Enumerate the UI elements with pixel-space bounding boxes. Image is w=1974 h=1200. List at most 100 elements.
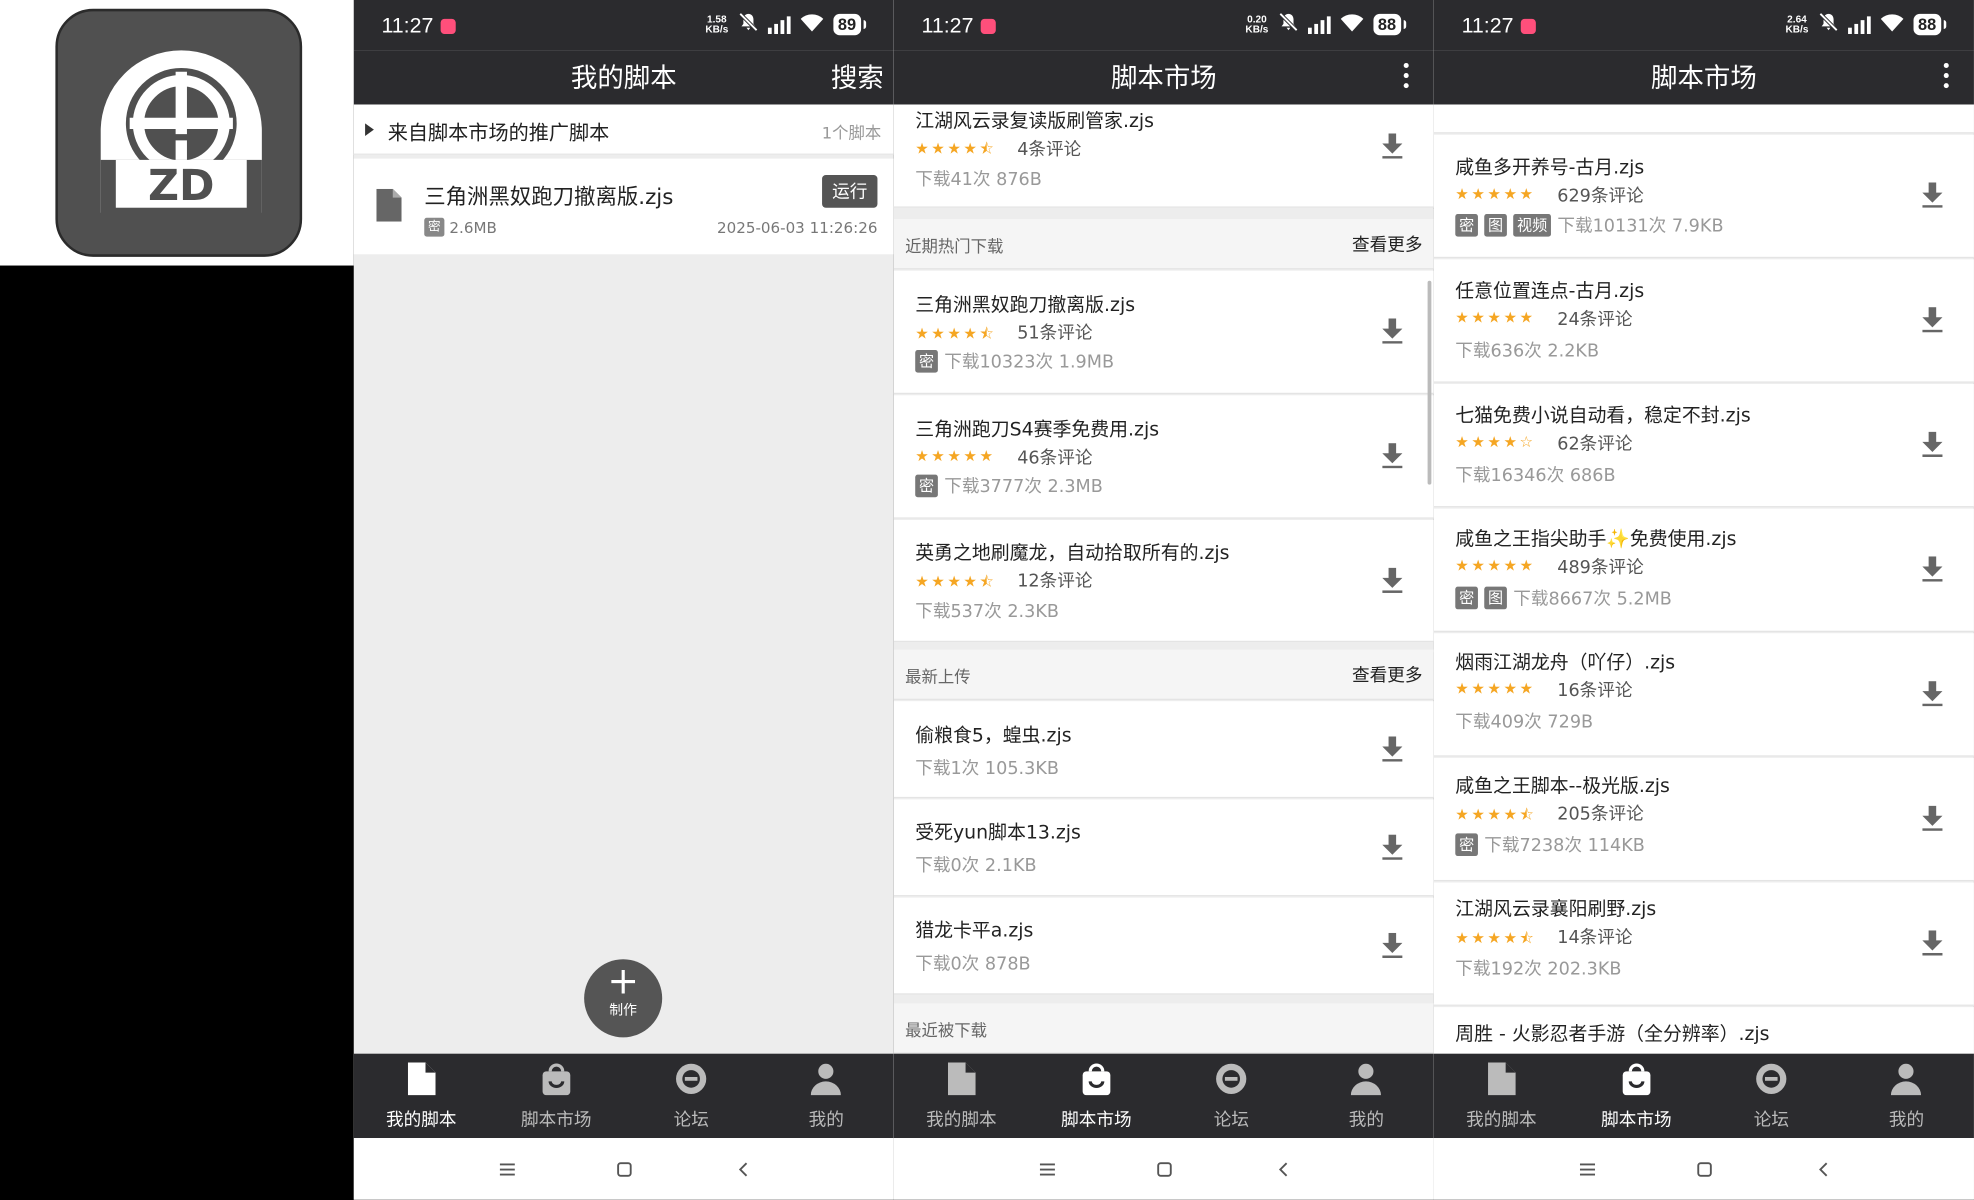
list-item[interactable]: 任意位置连点-古月.zjs ★★★★★ 24条评论 下载636次 2.2KB bbox=[1433, 259, 1974, 383]
page-title: 脚本市场 bbox=[1110, 62, 1217, 94]
download-meta: 下载3777次 2.3MB bbox=[944, 477, 1103, 498]
scrollbar[interactable] bbox=[1427, 280, 1432, 485]
document-icon bbox=[407, 1062, 436, 1101]
script-name: 偷粮食5，蝗虫.zjs bbox=[915, 723, 1072, 747]
review-count: 46条评论 bbox=[1017, 448, 1093, 469]
encrypted-tag: 密 bbox=[1455, 586, 1478, 610]
list-item[interactable]: 咸鱼之王脚本--极光版.zjs ★★★★⯪ 205条评论 密下载7238次 11… bbox=[1433, 757, 1974, 882]
download-icon[interactable] bbox=[1922, 307, 1943, 337]
list-item[interactable]: 三角洲黑奴跑刀撤离版.zjs ★★★★⯪ 51条评论 密下载10323次 1.9… bbox=[893, 270, 1434, 395]
tab-profile[interactable]: 我的 bbox=[1839, 1054, 1974, 1138]
more-options-icon[interactable] bbox=[1403, 62, 1409, 89]
tab-my-scripts[interactable]: 我的脚本 bbox=[1434, 1054, 1569, 1138]
tab-label: 脚本市场 bbox=[1061, 1110, 1132, 1131]
download-icon[interactable] bbox=[1922, 431, 1943, 462]
mute-icon bbox=[738, 12, 758, 37]
tab-market[interactable]: 脚本市场 bbox=[1029, 1054, 1164, 1138]
tab-profile[interactable]: 我的 bbox=[1299, 1054, 1434, 1138]
download-icon[interactable] bbox=[1382, 834, 1403, 865]
tab-my-scripts[interactable]: 我的脚本 bbox=[354, 1054, 489, 1138]
home-icon[interactable] bbox=[1697, 1158, 1712, 1182]
menu-icon[interactable] bbox=[499, 1158, 515, 1182]
page-title: 我的脚本 bbox=[570, 62, 677, 94]
list-item[interactable]: 咸鱼之王指尖助手✨免费使用.zjs ★★★★★ 489条评论 密图下载8667次… bbox=[1433, 508, 1974, 632]
tab-profile[interactable]: 我的 bbox=[759, 1054, 894, 1138]
system-nav-bar bbox=[353, 1138, 894, 1200]
list-item[interactable]: 偷粮食5，蝗虫.zjs 下载1次 105.3KB bbox=[893, 701, 1434, 799]
script-name: 咸鱼多开养号-古月.zjs bbox=[1455, 156, 1645, 179]
download-icon[interactable] bbox=[1922, 805, 1943, 836]
see-more-link[interactable]: 查看更多 bbox=[1352, 232, 1422, 257]
list-item[interactable]: 七猫免费小说自动看，稳定不封.zjs ★★★★☆ 62条评论 下载16346次 … bbox=[1433, 383, 1974, 508]
tab-forum[interactable]: 论坛 bbox=[1704, 1054, 1839, 1138]
list-item[interactable]: 周胜 - 火影忍者手游（全分辨率）.zjs bbox=[1433, 1007, 1974, 1054]
list-item[interactable]: 受死yun脚本13.zjs 下载0次 2.1KB bbox=[893, 799, 1434, 897]
download-meta: 下载8667次 5.2MB bbox=[1513, 589, 1672, 610]
menu-icon[interactable] bbox=[1579, 1158, 1596, 1182]
user-icon bbox=[1351, 1063, 1382, 1101]
download-meta: 下载7238次 114KB bbox=[1484, 835, 1645, 857]
list-item[interactable]: 三角洲跑刀S4赛季免费用.zjs ★★★★★ 46条评论 密下载3777次 2.… bbox=[893, 395, 1434, 519]
tab-forum[interactable]: 论坛 bbox=[624, 1054, 759, 1138]
script-name: 猎龙卡平a.zjs bbox=[915, 918, 1034, 942]
tab-label: 我的脚本 bbox=[1466, 1110, 1537, 1131]
rating-stars: ★★★★☆ bbox=[1455, 433, 1536, 451]
download-meta: 下载409次 729B bbox=[1455, 712, 1594, 733]
section-title: 近期热门下载 bbox=[905, 237, 1004, 257]
back-icon[interactable] bbox=[736, 1158, 751, 1182]
download-meta: 下载636次 2.2KB bbox=[1455, 341, 1600, 362]
download-icon[interactable] bbox=[1382, 443, 1403, 473]
download-meta: 下载0次 2.1KB bbox=[915, 856, 1037, 877]
download-meta: 下载16346次 686B bbox=[1455, 465, 1616, 486]
download-icon[interactable] bbox=[1922, 681, 1943, 711]
app-bar: 我的脚本 搜索 bbox=[353, 50, 894, 105]
download-icon[interactable] bbox=[1382, 567, 1403, 598]
list-item[interactable]: 咸鱼多开养号-古月.zjs ★★★★★ 629条评论 密图视频 下载10131次 … bbox=[1433, 134, 1974, 259]
download-icon[interactable] bbox=[1922, 556, 1943, 586]
tab-market[interactable]: 脚本市场 bbox=[489, 1054, 624, 1138]
list-item[interactable]: 江湖风云录襄阳刷野.zjs ★★★★⯪ 14条评论 下载192次 202.3KB bbox=[1433, 882, 1974, 1006]
review-count: 4条评论 bbox=[1017, 139, 1082, 160]
shopping-bag-icon bbox=[1081, 1063, 1111, 1101]
script-date: 2025-06-03 11:26:26 bbox=[717, 219, 878, 237]
list-item[interactable]: 英勇之地刷魔龙，自动拾取所有的.zjs ★★★★⯪ 12条评论 下载537次 2… bbox=[893, 519, 1434, 643]
rating-stars: ★★★★⯪ bbox=[915, 572, 997, 591]
list-item[interactable]: 烟雨江湖龙舟（吖仔）.zjs ★★★★★ 16条评论 下载409次 729B bbox=[1433, 633, 1974, 757]
download-icon[interactable] bbox=[1382, 932, 1403, 963]
search-button[interactable]: 搜索 bbox=[831, 58, 884, 96]
back-icon[interactable] bbox=[1817, 1158, 1832, 1182]
forum-icon bbox=[1215, 1063, 1248, 1101]
list-item[interactable]: 猎龙卡平a.zjs 下载0次 878B bbox=[893, 897, 1434, 995]
menu-icon[interactable] bbox=[1039, 1158, 1055, 1182]
script-item[interactable]: 三角洲黑奴跑刀撤离版.zjs 运行 密 2.6MB 2025-06-03 11:… bbox=[353, 158, 894, 255]
back-icon[interactable] bbox=[1277, 1158, 1292, 1182]
download-icon[interactable] bbox=[1382, 318, 1403, 349]
download-icon[interactable] bbox=[1922, 182, 1943, 213]
encrypted-tag: 密 bbox=[1455, 214, 1478, 237]
list-item[interactable]: 江湖风云录复读版刷管家.zjs ★★★★⯪ 4条评论 下载41次 876B bbox=[893, 104, 1434, 208]
signal-icon bbox=[1847, 15, 1871, 34]
promo-scripts-group[interactable]: 来自脚本市场的推广脚本 1个脚本 bbox=[353, 104, 894, 155]
tab-my-scripts[interactable]: 我的脚本 bbox=[894, 1054, 1029, 1138]
user-icon bbox=[1891, 1063, 1922, 1101]
battery-indicator: 89 bbox=[832, 13, 867, 36]
tab-market[interactable]: 脚本市场 bbox=[1569, 1054, 1704, 1138]
mute-icon bbox=[1818, 12, 1838, 37]
download-icon[interactable] bbox=[1382, 736, 1403, 766]
home-icon[interactable] bbox=[617, 1158, 632, 1182]
see-more-link[interactable]: 查看更多 bbox=[1352, 662, 1422, 687]
more-options-icon[interactable] bbox=[1943, 62, 1949, 89]
download-icon[interactable] bbox=[1922, 930, 1943, 960]
download-icon[interactable] bbox=[1382, 133, 1403, 163]
network-speed: 0.20 KB/s bbox=[1245, 13, 1269, 35]
run-button[interactable]: 运行 bbox=[822, 174, 878, 208]
home-icon[interactable] bbox=[1157, 1158, 1172, 1182]
rating-stars: ★★★★★ bbox=[1455, 308, 1536, 327]
app-bar: 脚本市场 bbox=[1433, 50, 1974, 105]
app-logo-text: ZD bbox=[148, 161, 215, 211]
status-bar: 11:27 2.64 KB/s 88 bbox=[1433, 0, 1974, 51]
tab-forum[interactable]: 论坛 bbox=[1164, 1054, 1299, 1138]
bottom-nav: 我的脚本 脚本市场 论坛 我的 bbox=[1433, 1053, 1974, 1139]
market-list: 江湖风云录复读版刷管家.zjs ★★★★⯪ 4条评论 下载41次 876B 近期… bbox=[893, 104, 1434, 1054]
create-script-fab[interactable]: + 制作 bbox=[584, 959, 663, 1038]
